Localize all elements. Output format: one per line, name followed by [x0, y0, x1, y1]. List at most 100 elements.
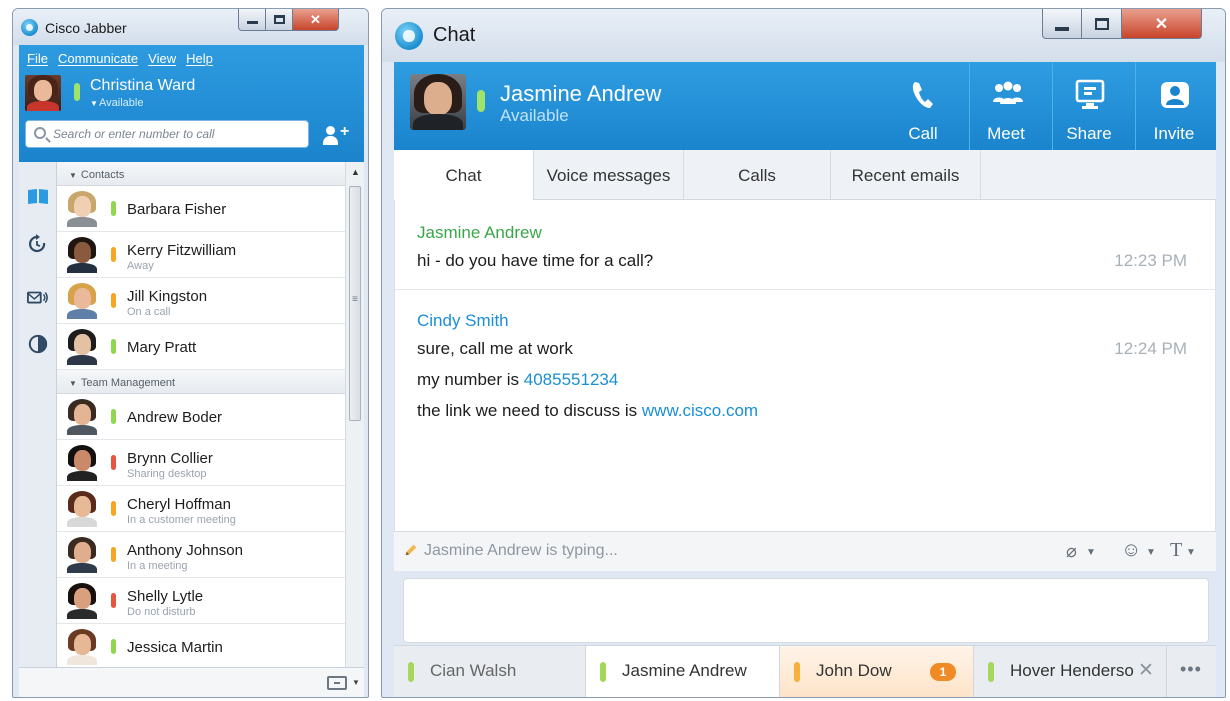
jabber-chat-logo-icon — [395, 22, 423, 50]
contact-avatar — [65, 537, 99, 573]
search-box — [25, 120, 309, 148]
contact-name: Barbara Fisher — [127, 201, 227, 218]
collapse-icon[interactable]: ▼ — [69, 171, 77, 180]
self-avatar[interactable] — [25, 75, 61, 111]
close-tab-icon[interactable]: ✕ — [1138, 659, 1154, 682]
custom-tab-icon[interactable] — [27, 334, 49, 354]
chat-minimize-button[interactable] — [1042, 9, 1082, 39]
search-icon — [34, 127, 46, 139]
presence-indicator — [111, 409, 116, 424]
invite-label: Invite — [1153, 124, 1195, 143]
contact-row[interactable]: Andrew Boder — [57, 394, 345, 440]
close-icon: ✕ — [310, 11, 321, 27]
phone-number-link[interactable]: 4085551234 — [524, 370, 619, 389]
side-rail — [19, 162, 57, 667]
voicemail-icon[interactable] — [27, 288, 49, 308]
contact-row[interactable]: Jessica Martin — [57, 624, 345, 667]
message-text-link: the link we need to discuss is www.cisco… — [417, 401, 758, 421]
presence-indicator — [111, 293, 116, 308]
peer-status-indicator — [477, 90, 485, 112]
conversation-tab-active[interactable]: Jasmine Andrew — [586, 646, 780, 697]
device-dropdown-icon[interactable]: ▼ — [352, 678, 360, 687]
group-header[interactable]: ▼ Team Management — [57, 370, 345, 394]
contact-row[interactable]: Shelly Lytle Do not disturb — [57, 578, 345, 624]
message-input[interactable] — [403, 578, 1209, 643]
attach-dropdown-icon[interactable]: ▼ — [1086, 547, 1096, 558]
conversation-header: Jasmine Andrew Available Call Meet Share — [394, 62, 1216, 150]
status-indicator — [988, 662, 994, 682]
close-button[interactable]: ✕ — [293, 9, 339, 31]
call-label: Call — [908, 124, 938, 143]
more-conversations-button[interactable]: ••• — [1180, 659, 1202, 680]
conversation-name: Cian Walsh — [430, 661, 517, 680]
contact-row[interactable]: Mary Pratt — [57, 324, 345, 370]
contact-row[interactable]: Anthony Johnson In a meeting — [57, 532, 345, 578]
maximize-button[interactable] — [266, 9, 293, 31]
message-sender: Jasmine Andrew — [417, 223, 542, 242]
group-name: Contacts — [80, 169, 125, 181]
tab-recent-emails[interactable]: Recent emails — [831, 150, 981, 200]
message-text: sure, call me at work — [417, 339, 573, 358]
conversation-tab[interactable]: Cian Walsh — [394, 646, 586, 697]
attach-file-icon[interactable]: ⌀ — [1066, 541, 1077, 562]
chat-maximize-button[interactable] — [1082, 9, 1122, 39]
status-indicator — [600, 662, 606, 682]
search-input[interactable] — [53, 125, 303, 143]
scrollbar-grip-icon: ≡ — [352, 294, 358, 305]
emoticon-icon[interactable]: ☺ — [1121, 539, 1141, 562]
self-presence[interactable]: Available — [99, 97, 143, 109]
pencil-icon — [405, 544, 417, 556]
tab-chat[interactable]: Chat — [394, 150, 534, 201]
contact-avatar — [65, 583, 99, 619]
contact-row[interactable]: Barbara Fisher — [57, 186, 345, 232]
menu-view[interactable]: View — [148, 51, 176, 66]
conversation-name: Hover Henderso — [1010, 661, 1134, 680]
invite-button[interactable]: Invite — [1139, 76, 1209, 143]
minimize-icon — [246, 21, 258, 24]
menu-file[interactable]: File — [27, 51, 48, 66]
emoticon-dropdown-icon[interactable]: ▼ — [1146, 547, 1156, 558]
presence-indicator — [111, 547, 116, 562]
maximize-icon — [1094, 17, 1109, 30]
scroll-up-icon[interactable]: ▲ — [351, 167, 360, 177]
contacts-book-icon[interactable] — [27, 186, 49, 206]
chat-window-title: Chat — [433, 24, 476, 46]
contact-name: Mary Pratt — [127, 339, 197, 356]
url-link[interactable]: www.cisco.com — [642, 401, 758, 420]
contact-row[interactable]: Cheryl Hoffman In a customer meeting — [57, 486, 345, 532]
group-header[interactable]: ▼ Contacts — [57, 162, 345, 186]
hub-titlebar: Cisco Jabber ✕ — [13, 9, 368, 45]
presence-dropdown-icon[interactable]: ▼ — [90, 99, 98, 108]
font-style-icon[interactable]: T — [1170, 539, 1182, 562]
conversation-tab-alert[interactable]: John Dow 1 — [780, 646, 974, 697]
contact-row[interactable]: Jill Kingston On a call — [57, 278, 345, 324]
peer-avatar[interactable] — [410, 74, 466, 130]
collapse-icon[interactable]: ▼ — [69, 379, 77, 388]
share-button[interactable]: Share — [1054, 76, 1124, 143]
message-text: hi - do you have time for a call? — [417, 251, 654, 270]
contact-list: ▼ Contacts Barbara Fisher Kerry Fitzwilliam… — [57, 162, 345, 667]
chat-close-button[interactable]: ✕ — [1122, 9, 1202, 39]
recents-icon[interactable] — [27, 234, 49, 254]
add-contact-button[interactable]: + — [323, 123, 353, 147]
tab-voice-messages[interactable]: Voice messages — [534, 150, 684, 200]
status-indicator — [794, 662, 800, 682]
presence-indicator — [111, 593, 116, 608]
device-selector-icon[interactable] — [327, 676, 347, 690]
menu-communicate[interactable]: Communicate — [58, 51, 138, 66]
contact-status: Away — [127, 260, 154, 272]
call-button[interactable]: Call — [888, 76, 958, 143]
font-dropdown-icon[interactable]: ▼ — [1186, 547, 1196, 558]
minimize-button[interactable] — [238, 9, 266, 31]
menu-help[interactable]: Help — [186, 51, 213, 66]
contact-avatar — [65, 445, 99, 481]
conversation-tab[interactable]: Hover Henderso ✕ — [974, 646, 1167, 697]
meet-button[interactable]: Meet — [971, 76, 1041, 143]
chat-titlebar: Chat ✕ — [382, 9, 1225, 62]
contact-list-scrollbar[interactable]: ▲ ≡ — [345, 162, 364, 667]
tab-calls[interactable]: Calls — [684, 150, 831, 200]
contact-row[interactable]: Kerry Fitzwilliam Away — [57, 232, 345, 278]
conversation-name: John Dow — [816, 661, 892, 680]
hub-footer: ▼ — [19, 667, 364, 697]
contact-row[interactable]: Brynn Collier Sharing desktop — [57, 440, 345, 486]
